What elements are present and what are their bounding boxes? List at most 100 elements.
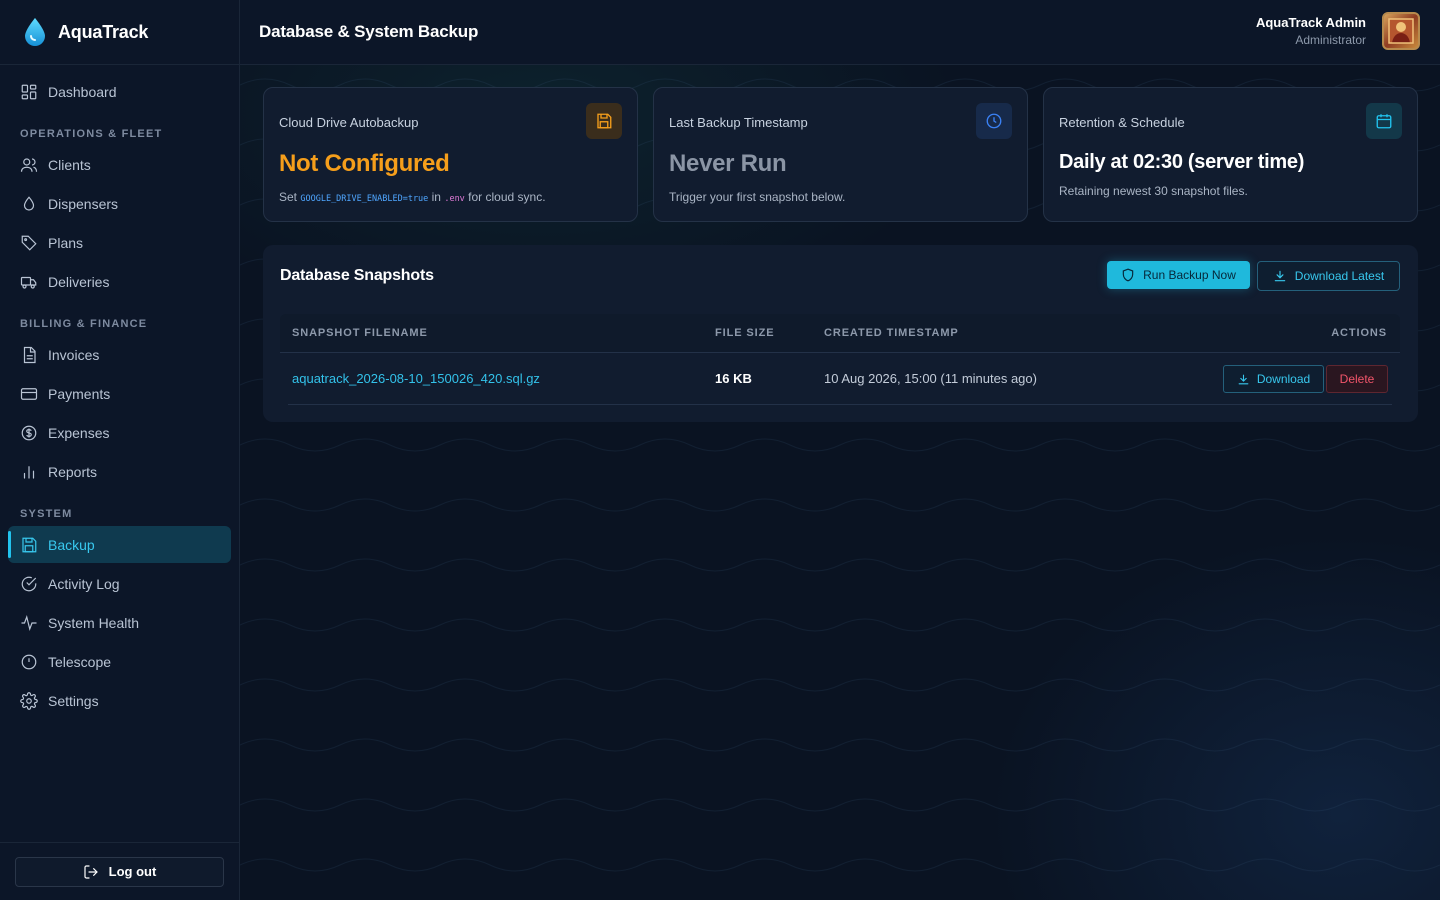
column-header-created: CREATED TIMESTAMP xyxy=(824,327,959,339)
water-drop-icon xyxy=(25,18,45,46)
card-value: Not Configured xyxy=(279,150,450,177)
droplet-icon xyxy=(20,195,38,213)
truck-icon xyxy=(20,273,38,291)
sidebar: AquaTrack Dashboard OPERATIONS & FLEET C… xyxy=(0,0,240,900)
card-value: Never Run xyxy=(669,150,787,177)
run-backup-button[interactable]: Run Backup Now xyxy=(1107,261,1250,289)
activity-icon xyxy=(20,614,38,632)
section-label-operations: OPERATIONS & FLEET xyxy=(20,128,163,140)
user-name: AquaTrack Admin xyxy=(1255,15,1366,30)
sidebar-item-settings[interactable]: Settings xyxy=(8,682,231,719)
save-icon xyxy=(586,103,622,139)
avatar[interactable] xyxy=(1382,12,1420,50)
card-subtext: Trigger your first snapshot below. xyxy=(669,190,846,204)
shield-icon xyxy=(1122,268,1134,282)
grid-icon xyxy=(20,83,38,101)
download-icon xyxy=(1274,270,1286,282)
column-header-filename: SNAPSHOT FILENAME xyxy=(292,327,428,339)
row-delete-label: Delete xyxy=(1339,372,1375,386)
users-icon xyxy=(20,156,38,174)
card-cloud-autobackup: Cloud Drive Autobackup Not Configured Se… xyxy=(263,87,638,222)
sidebar-footer: Log out xyxy=(0,842,239,900)
logout-icon xyxy=(84,864,98,879)
section-label-billing: BILLING & FINANCE xyxy=(20,318,148,330)
sidebar-item-invoices[interactable]: Invoices xyxy=(8,336,231,373)
snapshots-table: SNAPSHOT FILENAME FILE SIZE CREATED TIME… xyxy=(280,314,1400,405)
table-header: SNAPSHOT FILENAME FILE SIZE CREATED TIME… xyxy=(280,314,1400,353)
sidebar-item-plans[interactable]: Plans xyxy=(8,224,231,261)
env-file-code: .env xyxy=(444,194,465,204)
card-last-backup: Last Backup Timestamp Never Run Trigger … xyxy=(653,87,1028,222)
sidebar-item-label: System Health xyxy=(48,614,140,631)
clock-icon xyxy=(976,103,1012,139)
card-subtext: Retaining newest 30 snapshot files. xyxy=(1059,184,1248,198)
column-header-actions: ACTIONS xyxy=(1331,327,1387,339)
card-subtext: Set GOOGLE_DRIVE_ENABLED=true in .env fo… xyxy=(279,190,546,204)
sidebar-item-label: Telescope xyxy=(48,653,112,670)
snapshot-created: 10 Aug 2026, 15:00 (11 minutes ago) xyxy=(824,371,1037,386)
sidebar-item-telescope[interactable]: Telescope xyxy=(8,643,231,680)
topbar: Database & System Backup AquaTrack Admin… xyxy=(240,0,1440,65)
file-text-icon xyxy=(20,346,38,364)
main-content: Cloud Drive Autobackup Not Configured Se… xyxy=(240,65,1440,900)
subtext-prefix: Set xyxy=(279,190,298,204)
row-delete-button[interactable]: Delete xyxy=(1326,365,1388,393)
user-role: Administrator xyxy=(1295,33,1366,47)
sidebar-item-label: Invoices xyxy=(48,346,100,363)
sidebar-item-label: Dispensers xyxy=(48,195,119,212)
sidebar-item-expenses[interactable]: Expenses xyxy=(8,414,231,451)
sidebar-item-backup[interactable]: Backup xyxy=(8,526,231,563)
env-var-code: GOOGLE_DRIVE_ENABLED=true xyxy=(300,194,429,204)
card-value: Daily at 02:30 (server time) xyxy=(1059,151,1305,173)
tag-icon xyxy=(20,234,38,252)
sidebar-item-label: Backup xyxy=(48,536,95,553)
clock-icon xyxy=(20,653,38,671)
user-info: AquaTrack Admin Administrator xyxy=(1256,15,1366,47)
save-icon xyxy=(20,536,38,554)
sidebar-item-dashboard[interactable]: Dashboard xyxy=(8,73,231,110)
table-row: aquatrack_2026-08-10_150026_420.sql.gz 1… xyxy=(288,353,1392,405)
sidebar-item-reports[interactable]: Reports xyxy=(8,453,231,490)
page-title: Database & System Backup xyxy=(259,22,479,41)
sidebar-item-label: Dashboard xyxy=(48,83,117,100)
row-download-label: Download xyxy=(1256,372,1311,386)
credit-card-icon xyxy=(20,385,38,403)
sidebar-item-label: Reports xyxy=(48,463,98,480)
logout-label: Log out xyxy=(108,864,157,879)
snapshot-filename-link[interactable]: aquatrack_2026-08-10_150026_420.sql.gz xyxy=(292,371,540,386)
app-name: AquaTrack xyxy=(58,21,149,42)
logout-button[interactable]: Log out xyxy=(15,856,224,887)
sidebar-item-label: Activity Log xyxy=(48,575,120,592)
avatar-image-icon xyxy=(1388,18,1414,44)
sidebar-item-label: Clients xyxy=(48,156,91,173)
sidebar-item-label: Settings xyxy=(48,692,99,709)
sidebar-nav: Dashboard OPERATIONS & FLEET Clients Dis… xyxy=(0,65,239,719)
brand[interactable]: AquaTrack xyxy=(0,0,239,65)
download-latest-label: Download Latest xyxy=(1294,269,1385,283)
card-retention: Retention & Schedule Daily at 02:30 (ser… xyxy=(1043,87,1418,222)
card-label: Last Backup Timestamp xyxy=(669,115,808,130)
card-label: Retention & Schedule xyxy=(1059,115,1185,130)
row-download-button[interactable]: Download xyxy=(1223,365,1324,393)
snapshot-size: 16 KB xyxy=(715,371,752,386)
sidebar-item-dispensers[interactable]: Dispensers xyxy=(8,185,231,222)
sidebar-item-clients[interactable]: Clients xyxy=(8,146,231,183)
sidebar-item-deliveries[interactable]: Deliveries xyxy=(8,263,231,300)
download-icon xyxy=(1238,374,1249,384)
dollar-circle-icon xyxy=(20,424,38,442)
sidebar-item-payments[interactable]: Payments xyxy=(8,375,231,412)
panel-title: Database Snapshots xyxy=(280,267,434,284)
gear-icon xyxy=(20,691,38,710)
user-menu[interactable]: AquaTrack Admin Administrator xyxy=(1256,12,1420,50)
sidebar-item-label: Deliveries xyxy=(48,273,110,290)
run-backup-label: Run Backup Now xyxy=(1143,268,1236,282)
snapshots-panel: Database Snapshots Run Backup Now Downlo… xyxy=(263,245,1418,422)
column-header-size: FILE SIZE xyxy=(715,327,775,339)
sidebar-item-system-health[interactable]: System Health xyxy=(8,604,231,641)
download-latest-button[interactable]: Download Latest xyxy=(1257,261,1400,291)
card-label: Cloud Drive Autobackup xyxy=(279,115,419,130)
check-circle-icon xyxy=(20,575,38,593)
bar-chart-icon xyxy=(20,463,38,481)
sidebar-item-activity-log[interactable]: Activity Log xyxy=(8,565,231,602)
section-label-system: SYSTEM xyxy=(20,508,73,520)
